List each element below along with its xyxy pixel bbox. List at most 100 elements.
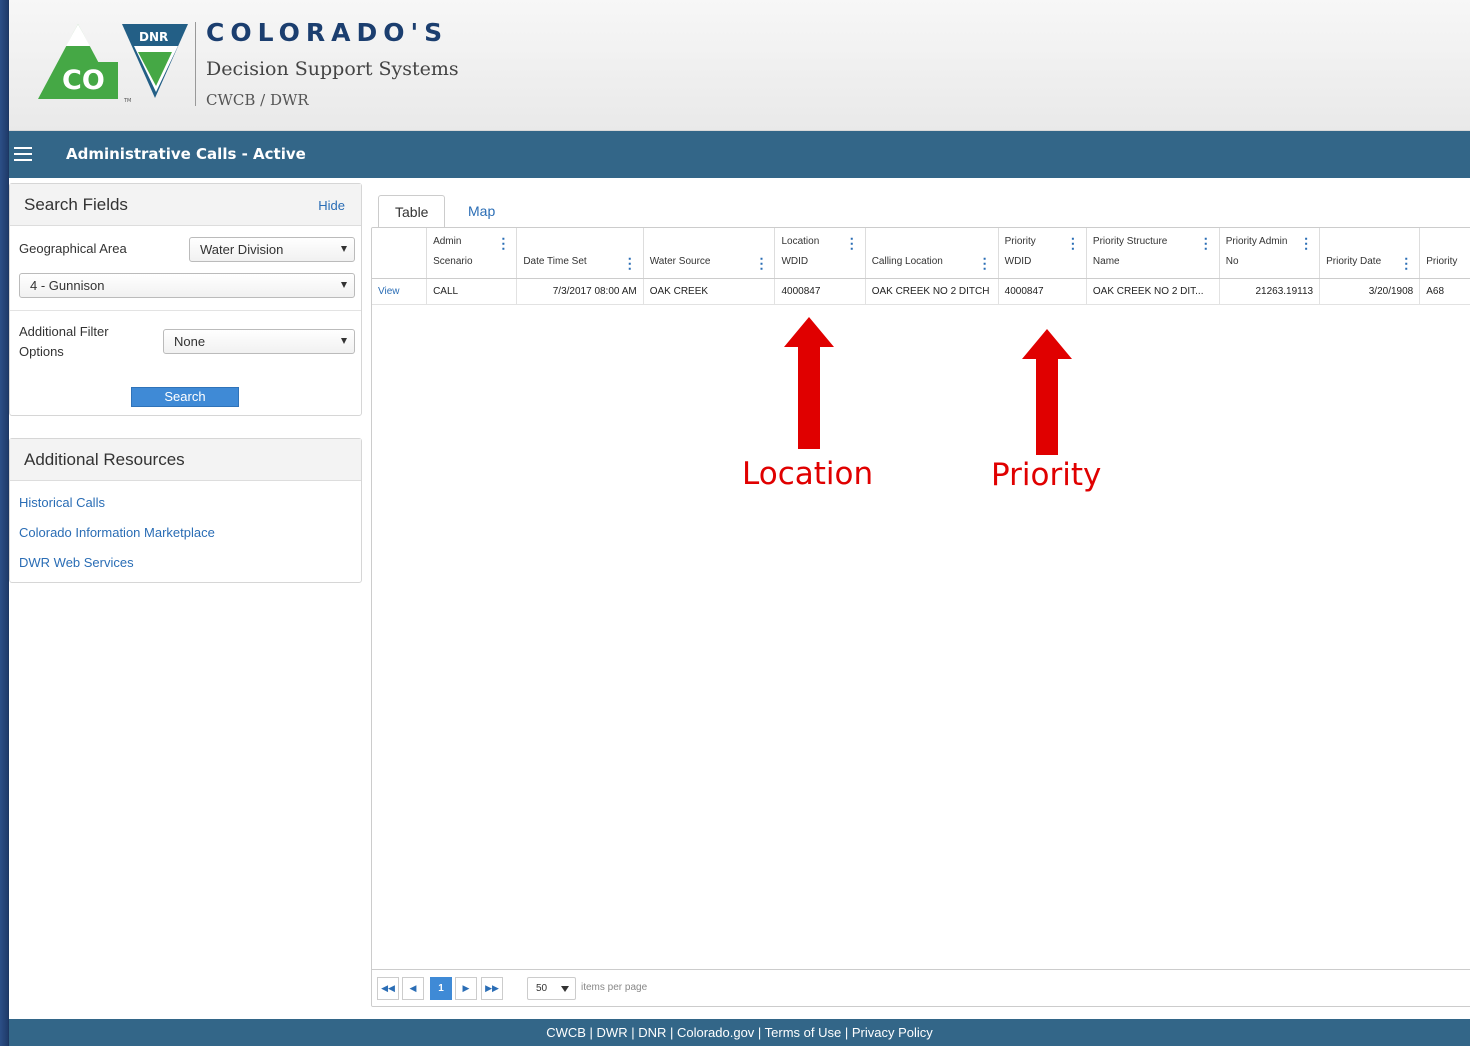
geo-value-select[interactable]: 4 - Gunnison bbox=[19, 273, 355, 298]
calls-grid: Admin Scenario ⋮ Date Time Set ⋮ Water Source… bbox=[371, 227, 1470, 1007]
column-header[interactable]: Priority Structure Name ⋮ bbox=[1086, 228, 1220, 279]
filter-label-line2: Options bbox=[19, 344, 64, 359]
geo-type-select[interactable]: Water Division bbox=[189, 237, 355, 262]
column-header-line2: Water Source bbox=[649, 255, 711, 267]
column-header[interactable]: Priority bbox=[1419, 228, 1470, 279]
column-menu-icon[interactable]: ⋮ bbox=[1399, 256, 1413, 270]
brand-title: COLORADO'S bbox=[206, 18, 449, 47]
column-header[interactable]: Water Source ⋮ bbox=[643, 228, 776, 279]
tab-map[interactable]: Map bbox=[452, 195, 511, 228]
column-header-line2: Date Time Set bbox=[523, 255, 587, 267]
page-size-value: 50 bbox=[536, 983, 548, 994]
column-menu-icon[interactable]: ⋮ bbox=[623, 256, 637, 270]
hamburger-menu-icon[interactable] bbox=[14, 147, 32, 161]
location-arrow-icon bbox=[784, 317, 834, 449]
footer-link[interactable]: Terms of Use bbox=[765, 1025, 842, 1040]
footer-link[interactable]: DNR bbox=[638, 1025, 666, 1040]
column-header[interactable]: Admin Scenario ⋮ bbox=[426, 228, 518, 279]
location-annotation: Location bbox=[742, 456, 874, 492]
site-header: CO DNR TM COLORADO'S Decision Support Sy… bbox=[9, 0, 1470, 131]
column-header[interactable]: Location WDID ⋮ bbox=[774, 228, 866, 279]
filter-label-line1: Additional Filter bbox=[19, 324, 109, 339]
additional-resources-header: Additional Resources bbox=[10, 439, 361, 481]
column-menu-icon[interactable]: ⋮ bbox=[754, 256, 768, 270]
brand-divider bbox=[195, 22, 196, 106]
chevron-down-icon bbox=[341, 282, 347, 288]
filter-options-label: Additional Filter Options bbox=[19, 322, 109, 362]
last-page-icon[interactable]: ▶▶ bbox=[481, 977, 503, 1000]
column-menu-icon[interactable]: ⋮ bbox=[1299, 236, 1313, 250]
geo-value: 4 - Gunnison bbox=[30, 278, 105, 293]
form-divider bbox=[10, 310, 361, 311]
footer-link[interactable]: Colorado.gov bbox=[677, 1025, 754, 1040]
footer-link[interactable]: Privacy Policy bbox=[852, 1025, 933, 1040]
table-cell: OAK CREEK NO 2 DITCH bbox=[865, 278, 999, 305]
filter-options-select[interactable]: None bbox=[163, 329, 355, 354]
column-header-line2: Calling Location bbox=[871, 255, 943, 267]
column-menu-icon[interactable]: ⋮ bbox=[1199, 236, 1213, 250]
colorado-information-marketplace-link[interactable]: Colorado Information Marketplace bbox=[19, 525, 215, 540]
column-header[interactable]: Calling Location ⋮ bbox=[865, 228, 999, 279]
footer-separator: | bbox=[627, 1025, 639, 1040]
filter-options-value: None bbox=[174, 334, 206, 349]
table-cell: OAK CREEK bbox=[643, 278, 776, 305]
footer-separator: | bbox=[841, 1025, 852, 1040]
column-header-line2: No bbox=[1225, 255, 1239, 267]
priority-annotation: Priority bbox=[991, 457, 1102, 493]
table-cell: 3/20/1908 bbox=[1319, 278, 1421, 305]
table-cell: 7/3/2017 08:00 AM bbox=[516, 278, 644, 305]
table-cell: OAK CREEK NO 2 DIT... bbox=[1086, 278, 1220, 305]
first-page-icon[interactable]: ◀◀ bbox=[377, 977, 399, 1000]
dnr-colorado-logo[interactable]: CO DNR TM bbox=[38, 14, 188, 104]
additional-resources-panel: Additional Resources Historical Calls Co… bbox=[9, 438, 362, 583]
footer-link[interactable]: DWR bbox=[597, 1025, 628, 1040]
table-cell: CALL bbox=[426, 278, 518, 305]
column-menu-icon[interactable]: ⋮ bbox=[978, 256, 992, 270]
column-header-line2: WDID bbox=[1004, 255, 1032, 267]
svg-text:CO: CO bbox=[62, 65, 105, 96]
column-menu-icon[interactable]: ⋮ bbox=[1066, 236, 1080, 250]
column-header[interactable] bbox=[372, 228, 428, 279]
site-footer: CWCB | DWR | DNR | Colorado.gov | Terms … bbox=[9, 1019, 1470, 1046]
chevron-down-icon bbox=[341, 338, 347, 344]
prev-page-icon[interactable]: ◀ bbox=[402, 977, 424, 1000]
chevron-down-icon bbox=[561, 986, 569, 992]
next-page-icon[interactable]: ▶ bbox=[455, 977, 477, 1000]
hide-panel-link[interactable]: Hide bbox=[318, 198, 345, 213]
chevron-down-icon bbox=[341, 246, 347, 252]
search-fields-title: Search Fields bbox=[24, 195, 128, 214]
search-button[interactable]: Search bbox=[131, 387, 239, 407]
page-size-select[interactable]: 50 bbox=[527, 977, 576, 1000]
page-number-button[interactable]: 1 bbox=[430, 977, 452, 1000]
column-menu-icon[interactable]: ⋮ bbox=[496, 236, 510, 250]
table-cell: A68 bbox=[1419, 278, 1470, 305]
geographical-area-label: Geographical Area bbox=[19, 241, 127, 256]
view-link[interactable]: View bbox=[372, 278, 428, 305]
column-header[interactable]: Priority Admin No ⋮ bbox=[1219, 228, 1321, 279]
search-fields-header: Search Fields Hide bbox=[10, 184, 361, 226]
tab-table[interactable]: Table bbox=[378, 195, 446, 228]
column-header[interactable]: Priority Date ⋮ bbox=[1319, 228, 1421, 279]
footer-separator: | bbox=[754, 1025, 765, 1040]
brand-subtitle: Decision Support Systems bbox=[206, 58, 459, 80]
app-window: CO DNR TM COLORADO'S Decision Support Sy… bbox=[9, 0, 1470, 1046]
additional-resources-title: Additional Resources bbox=[24, 450, 185, 469]
footer-separator: | bbox=[666, 1025, 677, 1040]
footer-link[interactable]: CWCB bbox=[546, 1025, 586, 1040]
column-menu-icon[interactable]: ⋮ bbox=[845, 236, 859, 250]
table-row: View CALL 7/3/2017 08:00 AM OAK CREEK 400084… bbox=[372, 278, 1470, 305]
page-title: Administrative Calls - Active bbox=[66, 145, 306, 163]
footer-separator: | bbox=[585, 1025, 597, 1040]
grid-pager: ◀◀ ◀ 1 ▶ ▶▶ 50 items per page bbox=[372, 969, 1470, 1006]
grid-header-row: Admin Scenario ⋮ Date Time Set ⋮ Water Source… bbox=[372, 228, 1470, 279]
historical-calls-link[interactable]: Historical Calls bbox=[19, 495, 105, 510]
dwr-web-services-link[interactable]: DWR Web Services bbox=[19, 555, 134, 570]
priority-arrow-icon bbox=[1022, 329, 1072, 455]
geo-type-value: Water Division bbox=[200, 242, 284, 257]
table-cell: 4000847 bbox=[774, 278, 866, 305]
column-header-line2: WDID bbox=[781, 255, 809, 267]
column-header-line2: Priority bbox=[1426, 255, 1458, 267]
table-cell: 4000847 bbox=[998, 278, 1087, 305]
column-header[interactable]: Date Time Set ⋮ bbox=[516, 228, 644, 279]
column-header[interactable]: Priority WDID ⋮ bbox=[998, 228, 1087, 279]
